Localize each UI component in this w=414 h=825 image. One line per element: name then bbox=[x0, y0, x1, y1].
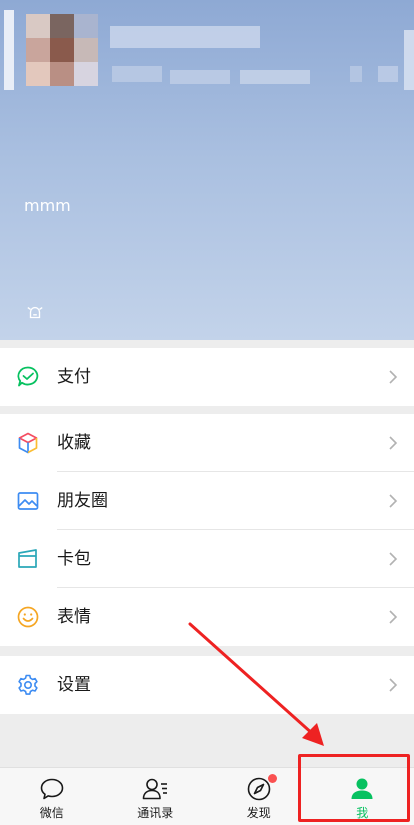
menu-item-pay[interactable]: 支付 bbox=[0, 348, 414, 406]
chevron-right-icon bbox=[389, 610, 398, 624]
discover-badge-dot bbox=[268, 774, 277, 783]
contacts-icon bbox=[142, 778, 168, 800]
chevron-right-icon bbox=[389, 436, 398, 450]
chevron-right-icon bbox=[389, 678, 398, 692]
annotation-highlight-box bbox=[298, 754, 410, 822]
card-icon bbox=[18, 549, 37, 568]
menu-group-pay: 支付 bbox=[0, 348, 414, 406]
menu-item-stickers[interactable]: 表情 bbox=[0, 588, 414, 646]
menu-item-label: 卡包 bbox=[57, 549, 91, 569]
menu-item-label: 支付 bbox=[57, 367, 91, 387]
chat-bubble-icon bbox=[40, 778, 64, 800]
menu-item-moments[interactable]: 朋友圈 bbox=[0, 472, 414, 530]
smile-icon bbox=[17, 606, 39, 628]
chevron-right-icon bbox=[389, 370, 398, 384]
pay-icon bbox=[17, 366, 39, 387]
tab-discover[interactable]: 发现 bbox=[207, 768, 311, 825]
menu-group-settings: 设置 bbox=[0, 656, 414, 714]
menu-item-settings[interactable]: 设置 bbox=[0, 656, 414, 714]
menu-item-label: 朋友圈 bbox=[57, 491, 108, 511]
menu-item-label: 收藏 bbox=[57, 433, 91, 453]
chevron-right-icon bbox=[389, 494, 398, 508]
cube-icon bbox=[18, 432, 38, 454]
image-icon bbox=[17, 492, 39, 510]
status-text[interactable]: mmm bbox=[24, 196, 71, 215]
gear-icon bbox=[18, 674, 38, 695]
menu-item-label: 设置 bbox=[57, 675, 91, 695]
tab-label: 微信 bbox=[39, 806, 64, 820]
tab-contacts[interactable]: 通讯录 bbox=[104, 768, 208, 825]
tab-label: 发现 bbox=[246, 806, 271, 820]
menu-item-label: 表情 bbox=[57, 607, 91, 627]
menu-item-favorites[interactable]: 收藏 bbox=[0, 414, 414, 472]
menu-item-cards[interactable]: 卡包 bbox=[0, 530, 414, 588]
menu-group-main: 收藏 朋友圈 卡包 表情 bbox=[0, 414, 414, 646]
status-add-icon[interactable] bbox=[26, 304, 44, 322]
profile-header[interactable]: mmm bbox=[0, 0, 414, 340]
tab-label: 通讯录 bbox=[137, 806, 174, 820]
tab-chats[interactable]: 微信 bbox=[0, 768, 104, 825]
chevron-right-icon bbox=[389, 552, 398, 566]
